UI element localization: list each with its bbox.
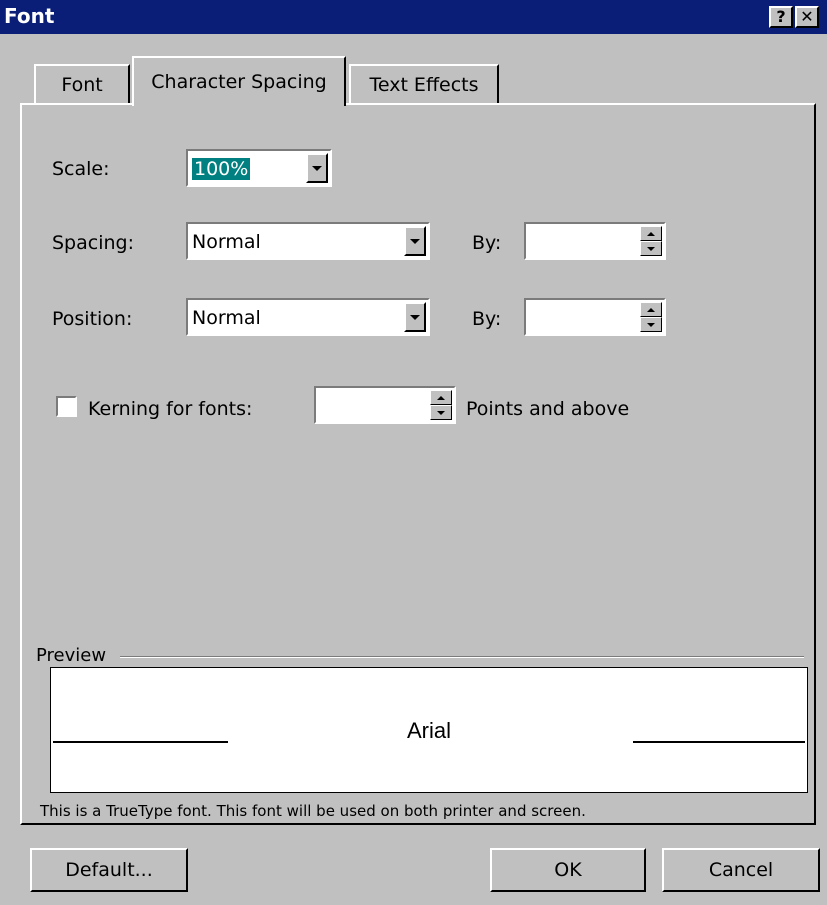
spin-down-button[interactable]: [640, 241, 662, 256]
position-by-label: By:: [472, 308, 502, 330]
font-info-text: This is a TrueType font. This font will …: [40, 802, 586, 820]
position-select[interactable]: Normal: [186, 298, 430, 336]
arrow-up-icon: [647, 307, 655, 312]
spacing-label: Spacing:: [52, 232, 134, 254]
arrow-up-icon: [437, 395, 445, 400]
kerning-spinner[interactable]: [430, 390, 452, 420]
cancel-button[interactable]: Cancel: [662, 848, 820, 892]
spin-up-button[interactable]: [640, 302, 662, 317]
position-by-field[interactable]: [524, 298, 666, 336]
spacing-dropdown-button[interactable]: [404, 226, 426, 256]
scale-value[interactable]: 100%: [192, 157, 251, 181]
chevron-down-icon: [410, 314, 420, 320]
position-value: Normal: [192, 307, 261, 329]
tab-character-spacing[interactable]: Character Spacing: [132, 56, 346, 106]
window-title: Font: [4, 4, 55, 28]
default-button[interactable]: Default...: [30, 848, 188, 892]
position-dropdown-button[interactable]: [404, 302, 426, 332]
position-by-spinner[interactable]: [640, 302, 662, 332]
spin-up-button[interactable]: [430, 390, 452, 405]
close-button[interactable]: ✕: [795, 6, 819, 28]
preview-sample-text: Arial: [406, 718, 451, 743]
tab-font[interactable]: Font: [34, 64, 130, 104]
spin-up-button[interactable]: [640, 226, 662, 241]
arrow-down-icon: [437, 410, 445, 415]
kerning-suffix-label: Points and above: [466, 398, 630, 420]
title-bar: Font ? ✕: [0, 0, 827, 34]
ok-button[interactable]: OK: [490, 848, 646, 892]
chevron-down-icon: [410, 238, 420, 244]
arrow-up-icon: [647, 231, 655, 236]
spacing-select[interactable]: Normal: [186, 222, 430, 260]
help-button[interactable]: ?: [769, 6, 793, 28]
kerning-field[interactable]: [314, 386, 456, 424]
arrow-down-icon: [647, 322, 655, 327]
scale-label: Scale:: [52, 158, 110, 180]
spacing-by-label: By:: [472, 232, 502, 254]
spacing-by-field[interactable]: [524, 222, 666, 260]
kerning-label[interactable]: Kerning for fonts:: [88, 398, 252, 420]
kerning-checkbox[interactable]: [56, 396, 77, 417]
scale-combo[interactable]: 100%: [186, 149, 332, 187]
chevron-down-icon: [312, 165, 322, 171]
position-label: Position:: [52, 308, 133, 330]
preview-label: Preview: [36, 645, 113, 666]
spacing-value: Normal: [192, 231, 261, 253]
arrow-down-icon: [647, 246, 655, 251]
spacing-by-spinner[interactable]: [640, 226, 662, 256]
preview-box: Arial: [50, 667, 808, 793]
scale-dropdown-button[interactable]: [306, 153, 328, 183]
tab-text-effects[interactable]: Text Effects: [349, 64, 499, 104]
preview-separator: [120, 656, 804, 658]
spin-down-button[interactable]: [640, 317, 662, 332]
spin-down-button[interactable]: [430, 405, 452, 420]
